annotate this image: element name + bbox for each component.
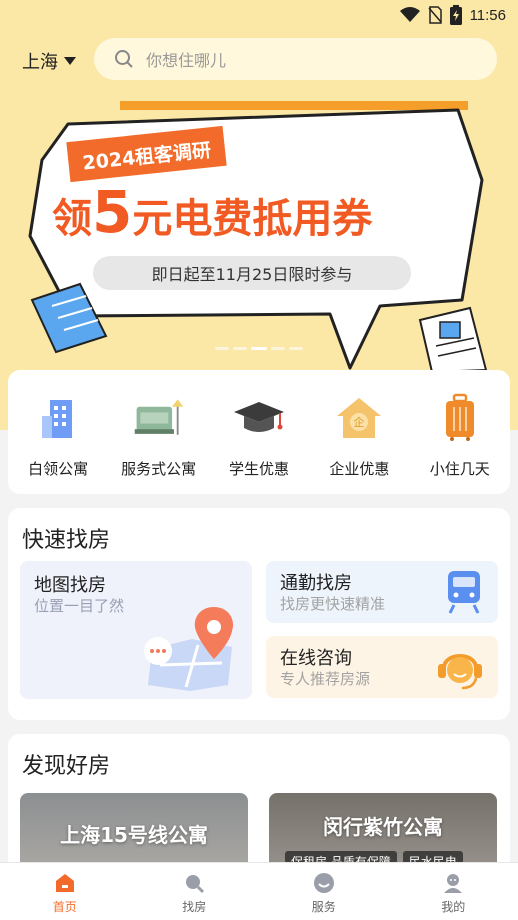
card-subtitle: 位置一目了然: [34, 597, 125, 615]
tab-find[interactable]: 找房: [130, 863, 260, 920]
card-title: 地图找房: [34, 575, 106, 596]
header: 上海 你想住哪儿: [0, 38, 518, 80]
search-icon: [186, 875, 205, 894]
commute-search-card[interactable]: 通勤找房 找房更快速精准: [266, 561, 498, 623]
section-title: 发现好房: [22, 754, 111, 779]
category-label: 学生优惠: [228, 460, 289, 478]
card-subtitle: 专人推荐房源: [280, 670, 371, 688]
headline-number: 5: [92, 178, 133, 246]
tab-profile[interactable]: 我的: [389, 863, 518, 920]
status-time: 11:56: [469, 6, 506, 24]
status-bar: 11:56: [0, 0, 518, 30]
battery-charging-icon: [449, 5, 462, 25]
graduation-cap-icon: [233, 402, 284, 432]
search-bar[interactable]: 你想住哪儿: [94, 38, 497, 80]
city-label: 上海: [22, 52, 58, 73]
svg-text:企: 企: [354, 415, 365, 429]
tab-label: 首页: [52, 900, 77, 914]
profile-icon: [444, 874, 463, 893]
customer-service-icon: [438, 654, 482, 690]
wifi-icon: [399, 7, 420, 22]
card-title: 在线咨询: [280, 648, 352, 669]
category-card: 白领公寓 服务式公寓 学生优惠 企 企业优惠 小住几天: [8, 370, 510, 494]
apartment-name: 闵行紫竹公寓: [323, 815, 443, 839]
category-student-discount[interactable]: 学生优惠: [211, 392, 307, 494]
map-pin-icon: [144, 607, 234, 691]
service-icon: [313, 873, 334, 893]
train-icon: [448, 571, 480, 614]
sofa-icon: [134, 399, 183, 435]
quick-find-section: 快速找房 地图找房 位置一目了然 通勤找房 找房更快速精准 在线咨询 专人推荐房…: [8, 508, 510, 720]
category-enterprise-discount[interactable]: 企 企业优惠: [311, 392, 407, 494]
search-input[interactable]: 你想住哪儿: [146, 47, 226, 71]
category-label: 白领公寓: [28, 460, 89, 478]
enterprise-house-icon: 企: [337, 398, 382, 438]
headline-prefix: 领: [52, 196, 92, 242]
luggage-icon: [445, 393, 474, 441]
category-label: 企业优惠: [329, 460, 390, 478]
city-selector[interactable]: 上海: [22, 48, 76, 74]
section-title: 快速找房: [22, 528, 111, 553]
document-right-icon: [418, 306, 488, 372]
home-icon: [55, 874, 74, 892]
map-search-card[interactable]: 地图找房 位置一目了然: [20, 561, 252, 699]
card-subtitle: 找房更快速精准: [280, 595, 386, 613]
category-serviced-apartment[interactable]: 服务式公寓: [111, 392, 207, 494]
promo-date-pill: 即日起至11月25日限时参与: [93, 256, 411, 290]
category-white-collar[interactable]: 白领公寓: [10, 392, 106, 494]
tab-label: 我的: [441, 900, 466, 914]
tab-label: 服务: [311, 900, 336, 914]
headline-suffix: 元电费抵用券: [132, 196, 373, 242]
no-sim-icon: [427, 6, 442, 24]
search-icon: [115, 50, 133, 68]
carousel-indicator: [0, 347, 518, 350]
category-label: 小住几天: [429, 460, 490, 478]
office-building-icon: [42, 400, 73, 438]
category-label: 服务式公寓: [121, 460, 197, 478]
online-consult-card[interactable]: 在线咨询 专人推荐房源: [266, 636, 498, 698]
category-short-stay[interactable]: 小住几天: [412, 392, 508, 494]
bottom-tab-bar: 首页 找房 服务 我的: [0, 862, 518, 920]
apartment-name: 上海15号线公寓: [60, 823, 208, 847]
promo-headline: 领 5 元电费抵用券: [52, 178, 472, 246]
tab-service[interactable]: 服务: [259, 863, 389, 920]
tab-home[interactable]: 首页: [0, 863, 130, 920]
caret-down-icon: [64, 57, 76, 65]
card-title: 通勤找房: [280, 573, 352, 594]
tab-label: 找房: [182, 900, 207, 914]
